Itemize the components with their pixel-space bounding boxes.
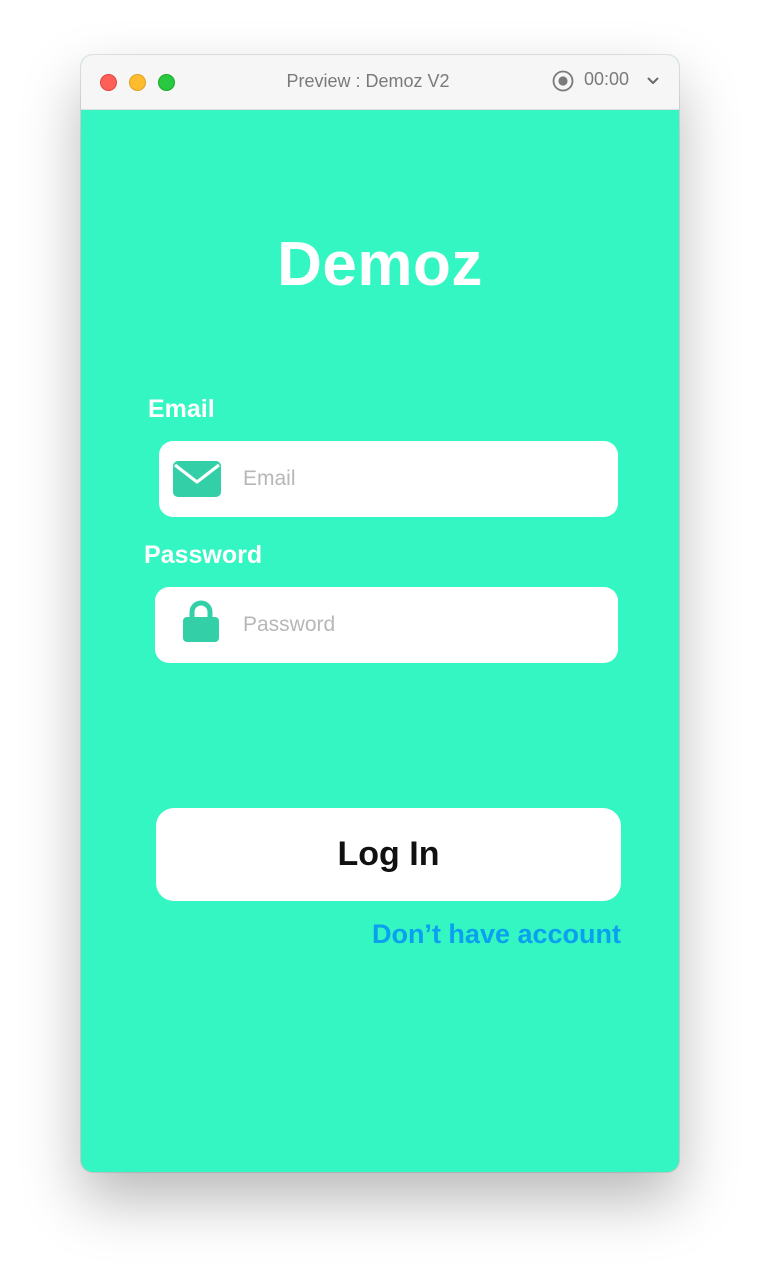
envelope-icon: [173, 461, 221, 497]
signup-link[interactable]: Don’t have account: [372, 919, 621, 950]
preview-window: Preview : Demoz V2 00:00 Demoz Email Pas…: [81, 55, 679, 1172]
close-window-button[interactable]: [100, 74, 117, 91]
chevron-down-icon[interactable]: [647, 76, 659, 86]
password-input[interactable]: [243, 587, 603, 663]
password-label: Password: [144, 541, 263, 569]
email-field[interactable]: [159, 441, 618, 517]
app-title: Demoz: [277, 230, 483, 299]
email-label: Email: [148, 395, 215, 423]
lock-icon: [183, 600, 219, 642]
recording-timer: 00:00: [584, 69, 630, 89]
minimize-window-button[interactable]: [129, 74, 146, 91]
login-button[interactable]: Log In: [156, 808, 621, 901]
maximize-window-button[interactable]: [158, 74, 175, 91]
title-bar: Preview : Demoz V2 00:00: [81, 55, 679, 110]
password-field[interactable]: [155, 587, 618, 663]
window-title: Preview : Demoz V2: [286, 71, 450, 91]
record-icon[interactable]: [552, 70, 574, 92]
email-input[interactable]: [243, 441, 603, 517]
